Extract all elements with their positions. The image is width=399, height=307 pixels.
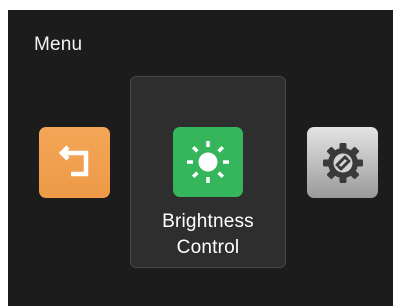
- back-arrow-icon: [58, 144, 88, 176]
- gear-icon: [322, 142, 363, 183]
- sun-icon: [187, 141, 229, 183]
- label-line-1: Brightness: [162, 211, 254, 232]
- label-line-2: Control: [176, 237, 240, 258]
- back-button[interactable]: [39, 127, 110, 198]
- menu-title: Menu: [34, 34, 83, 55]
- menu-screen: Menu Brightness Control: [8, 10, 393, 306]
- brightness-tile: [173, 127, 243, 197]
- brightness-control-label: Brightness Control: [131, 209, 285, 261]
- brightness-control-item[interactable]: Brightness Control: [130, 76, 286, 268]
- settings-button[interactable]: [307, 127, 378, 198]
